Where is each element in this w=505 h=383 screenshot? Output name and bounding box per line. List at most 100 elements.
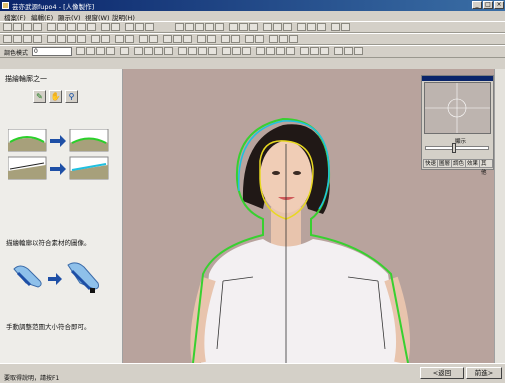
- new-icon[interactable]: [3, 23, 12, 31]
- undo-icon[interactable]: [47, 23, 56, 31]
- effect-icon[interactable]: [221, 35, 230, 43]
- cut-icon[interactable]: [67, 23, 76, 31]
- resize-icon[interactable]: [255, 35, 264, 43]
- rotate-icon[interactable]: [91, 35, 100, 43]
- opt-u-icon[interactable]: [300, 47, 309, 55]
- tab-effect[interactable]: 效果: [465, 159, 481, 168]
- tool-k-icon[interactable]: [283, 23, 292, 31]
- maximize-button[interactable]: □: [483, 1, 493, 9]
- back-button[interactable]: <返回: [420, 367, 464, 379]
- save-icon[interactable]: [23, 23, 32, 31]
- mode-combo[interactable]: 0: [32, 47, 72, 56]
- gradient-icon[interactable]: [173, 35, 182, 43]
- opt-f-icon[interactable]: [134, 47, 143, 55]
- navigator-preview[interactable]: [424, 82, 491, 134]
- tool-i-icon[interactable]: [263, 23, 272, 31]
- opt-s-icon[interactable]: [276, 47, 285, 55]
- help-icon[interactable]: [145, 23, 154, 31]
- opt-c-icon[interactable]: [96, 47, 105, 55]
- opt-b-icon[interactable]: [86, 47, 95, 55]
- tool-n-icon[interactable]: [317, 23, 326, 31]
- opt-h-icon[interactable]: [154, 47, 163, 55]
- close-button[interactable]: ×: [494, 1, 504, 9]
- hand-icon[interactable]: ✋: [49, 90, 62, 103]
- align-center-icon[interactable]: [13, 35, 22, 43]
- tool-l-icon[interactable]: [297, 23, 306, 31]
- opt-q-icon[interactable]: [256, 47, 265, 55]
- tool-p-icon[interactable]: [341, 23, 350, 31]
- opt-x-icon[interactable]: [334, 47, 343, 55]
- tool-d-icon[interactable]: [205, 23, 214, 31]
- opt-w-icon[interactable]: [320, 47, 329, 55]
- crop-icon[interactable]: [245, 35, 254, 43]
- tab-quick[interactable]: 快速: [423, 159, 439, 168]
- print-icon[interactable]: [33, 23, 42, 31]
- tool-g-icon[interactable]: [239, 23, 248, 31]
- opt-r-icon[interactable]: [266, 47, 275, 55]
- tool-e-icon[interactable]: [215, 23, 224, 31]
- layer-up-icon[interactable]: [47, 35, 56, 43]
- opt-p-icon[interactable]: [242, 47, 251, 55]
- tab-other[interactable]: 其他: [479, 159, 493, 176]
- opt-d-icon[interactable]: [106, 47, 115, 55]
- opt-y-icon[interactable]: [344, 47, 353, 55]
- opt-n-icon[interactable]: [222, 47, 231, 55]
- align-left-icon[interactable]: [3, 35, 12, 43]
- opt-i-icon[interactable]: [164, 47, 173, 55]
- tool-c-icon[interactable]: [195, 23, 204, 31]
- align-top-icon[interactable]: [33, 35, 42, 43]
- arrow3-icon[interactable]: [289, 35, 298, 43]
- magnify-icon[interactable]: ⚲: [65, 90, 78, 103]
- minimize-button[interactable]: _: [472, 1, 482, 9]
- arrow2-icon[interactable]: [279, 35, 288, 43]
- opt-l-icon[interactable]: [198, 47, 207, 55]
- opt-z-icon[interactable]: [354, 47, 363, 55]
- zoom-slider[interactable]: [425, 146, 489, 150]
- opt-v-icon[interactable]: [310, 47, 319, 55]
- frame-icon[interactable]: [231, 35, 240, 43]
- zoom-in-icon[interactable]: [101, 23, 110, 31]
- tool-j-icon[interactable]: [273, 23, 282, 31]
- shape-icon[interactable]: [197, 35, 206, 43]
- text-icon[interactable]: [183, 35, 192, 43]
- ungroup-icon[interactable]: [115, 35, 124, 43]
- tool-m-icon[interactable]: [307, 23, 316, 31]
- tab-color[interactable]: 調色: [451, 159, 467, 168]
- group-icon[interactable]: [101, 35, 110, 43]
- vertical-scrollbar[interactable]: [494, 69, 505, 363]
- lasso-icon[interactable]: [135, 23, 144, 31]
- tab-layer[interactable]: 圖層: [437, 159, 453, 168]
- arrow-icon[interactable]: [269, 35, 278, 43]
- opt-k-icon[interactable]: [188, 47, 197, 55]
- opt-a-icon[interactable]: [76, 47, 85, 55]
- select-icon[interactable]: [125, 23, 134, 31]
- tool-f-icon[interactable]: [229, 23, 238, 31]
- copy-icon[interactable]: [77, 23, 86, 31]
- zoom-slider-thumb[interactable]: [452, 143, 456, 153]
- align-right-icon[interactable]: [23, 35, 32, 43]
- brush-icon[interactable]: [139, 35, 148, 43]
- paste-icon[interactable]: [87, 23, 96, 31]
- redo-icon[interactable]: [57, 23, 66, 31]
- opt-o-icon[interactable]: [232, 47, 241, 55]
- eraser-icon[interactable]: [149, 35, 158, 43]
- flip-h-icon[interactable]: [67, 35, 76, 43]
- opt-g-icon[interactable]: [144, 47, 153, 55]
- next-button[interactable]: 前進>: [466, 367, 502, 379]
- tool-a-icon[interactable]: [175, 23, 184, 31]
- layer-down-icon[interactable]: [57, 35, 66, 43]
- pen-icon[interactable]: ✎: [33, 90, 46, 103]
- zoom-out-icon[interactable]: [111, 23, 120, 31]
- flip-v-icon[interactable]: [77, 35, 86, 43]
- opt-j-icon[interactable]: [178, 47, 187, 55]
- line-icon[interactable]: [207, 35, 216, 43]
- opt-e-icon[interactable]: [120, 47, 129, 55]
- open-icon[interactable]: [13, 23, 22, 31]
- tool-h-icon[interactable]: [249, 23, 258, 31]
- opt-t-icon[interactable]: [286, 47, 295, 55]
- mask-icon[interactable]: [125, 35, 134, 43]
- fill-icon[interactable]: [163, 35, 172, 43]
- tool-o-icon[interactable]: [331, 23, 340, 31]
- opt-m-icon[interactable]: [208, 47, 217, 55]
- tool-b-icon[interactable]: [185, 23, 194, 31]
